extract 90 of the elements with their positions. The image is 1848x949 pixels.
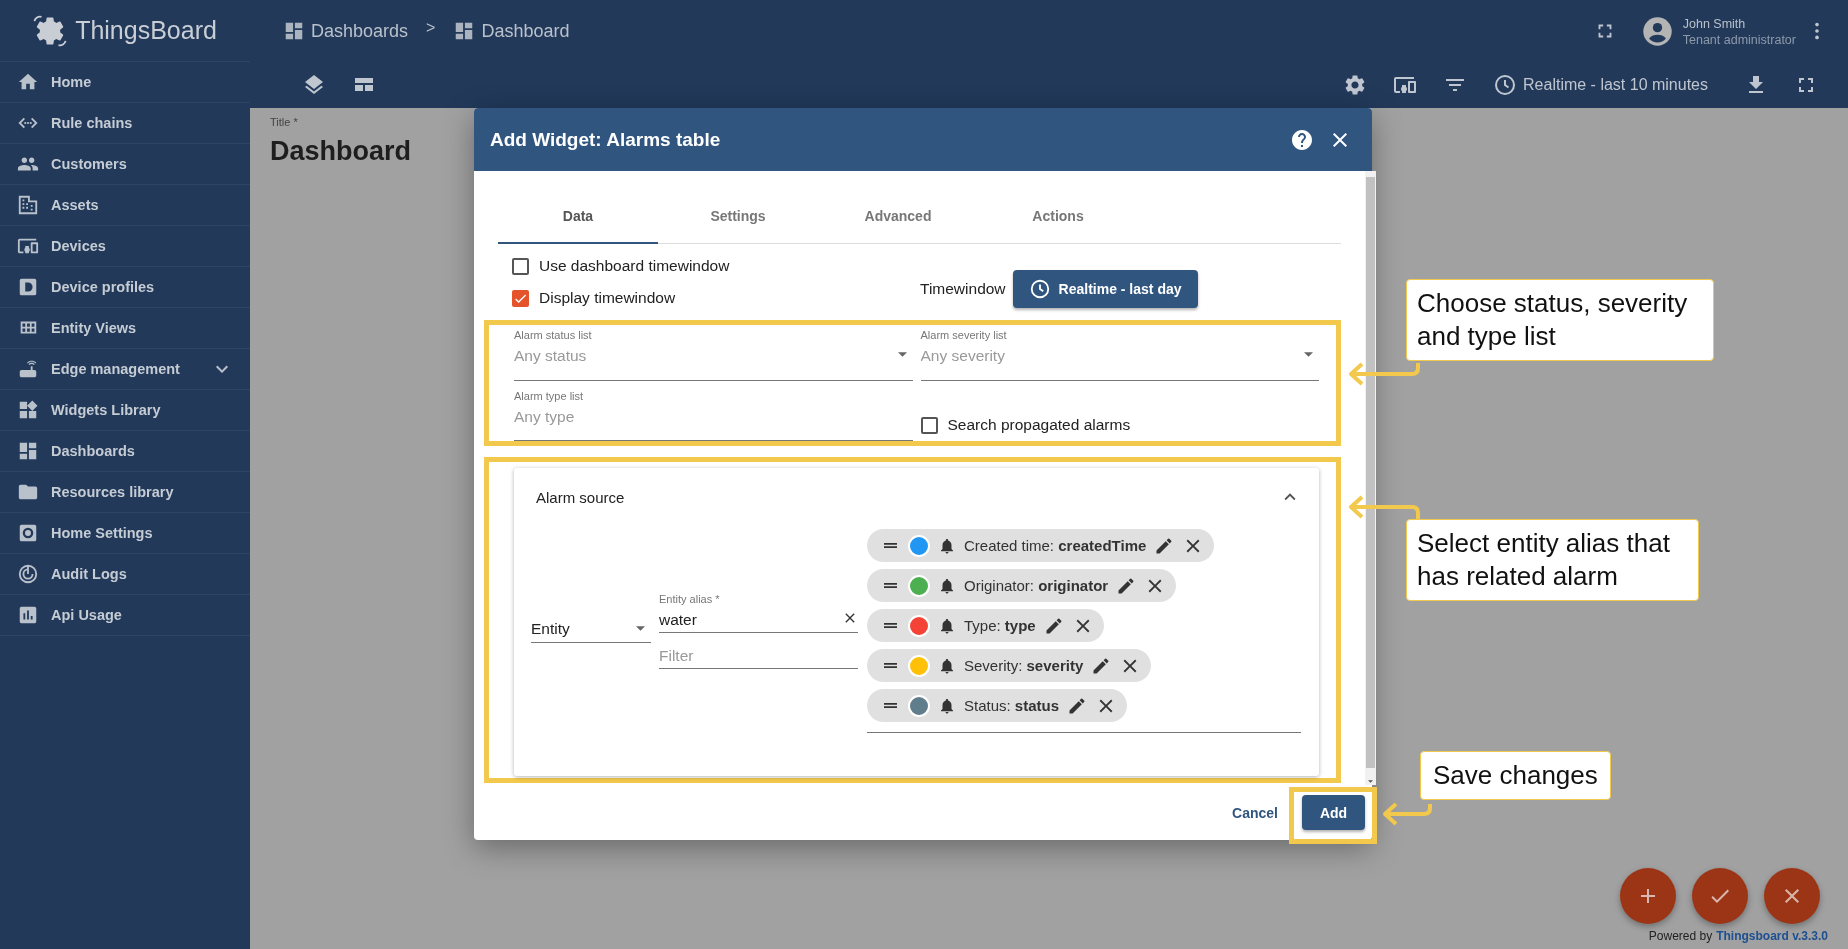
sidebar-item[interactable]: Device profiles xyxy=(0,267,250,308)
checkbox[interactable]: Display timewindow xyxy=(512,286,920,310)
input-field[interactable]: Filter xyxy=(659,643,858,665)
sidebar-item[interactable]: Api Usage xyxy=(0,595,250,636)
dashboard-title: Dashboard xyxy=(270,136,412,167)
clock-icon xyxy=(1028,278,1051,300)
field-label: Entity alias * xyxy=(659,593,721,607)
tab[interactable]: Data xyxy=(498,189,658,244)
scrollbar[interactable] xyxy=(1365,171,1376,785)
bell-icon xyxy=(938,536,956,555)
tab[interactable]: Settings xyxy=(658,189,818,244)
scroll-down-icon xyxy=(1368,780,1373,783)
arrow xyxy=(1383,802,1432,826)
dialog-title: Add Widget: Alarms table xyxy=(490,128,722,151)
widgets-icon xyxy=(17,399,39,421)
arrow xyxy=(1349,495,1420,521)
sidebar-item[interactable]: Resources library xyxy=(0,472,250,513)
field-label: Timewindow xyxy=(920,280,1006,298)
sidebar-item[interactable]: Edge management xyxy=(0,349,250,390)
timewindow-button[interactable]: Realtime - last 10 minutes xyxy=(1493,73,1708,97)
sidebar-item[interactable]: Audit Logs xyxy=(0,554,250,595)
select-field[interactable]: Any status xyxy=(514,343,892,365)
badge-icon xyxy=(17,276,39,298)
sidebar-item[interactable]: Customers xyxy=(0,144,250,185)
dashboard-icon xyxy=(283,20,305,42)
field-label: Alarm severity list xyxy=(920,329,1008,343)
chip[interactable]: Type: type xyxy=(867,609,1104,642)
fab-button[interactable] xyxy=(1692,868,1748,924)
caret-icon xyxy=(1304,351,1313,357)
bell-icon xyxy=(938,616,956,635)
drag-handle-icon xyxy=(884,703,897,708)
help-icon[interactable] xyxy=(1290,127,1314,152)
target-icon xyxy=(17,563,39,585)
chip[interactable]: Originator: originator xyxy=(867,569,1177,602)
button[interactable]: Cancel xyxy=(1228,798,1282,827)
caret-icon xyxy=(636,626,645,631)
clock-icon xyxy=(1493,73,1518,97)
fab-button[interactable] xyxy=(1764,868,1820,924)
avatar-icon xyxy=(1641,15,1673,47)
user-name: John Smith xyxy=(1682,15,1747,33)
footer-text: Powered by xyxy=(1648,929,1713,943)
select-field[interactable]: Any severity xyxy=(920,343,1298,365)
field-label: Alarm type list xyxy=(514,389,585,404)
breadcrumb[interactable]: Dashboard xyxy=(453,20,570,42)
sidebar-item[interactable]: Rule chains xyxy=(0,103,250,144)
select-field[interactable]: Entity xyxy=(531,619,651,643)
arrow xyxy=(1349,361,1420,386)
chip[interactable]: Created time: createdTime xyxy=(867,529,1215,562)
bell-icon xyxy=(938,696,956,715)
sidebar-item[interactable]: Widgets Library xyxy=(0,390,250,431)
drag-handle-icon xyxy=(884,543,897,548)
dashboard-icon xyxy=(17,440,39,462)
breadcrumb[interactable]: Dashboards xyxy=(283,20,409,42)
drag-handle-icon xyxy=(884,663,897,668)
button[interactable]: Add xyxy=(1302,795,1365,830)
chip[interactable]: Severity: severity xyxy=(867,649,1152,682)
fab-button[interactable] xyxy=(1620,868,1676,924)
tab[interactable]: Advanced xyxy=(818,189,978,244)
timewindow-button[interactable]: Realtime - last day xyxy=(1012,270,1198,308)
checkbox[interactable]: Use dashboard timewindow xyxy=(512,254,920,278)
sidebar-item[interactable]: Dashboards xyxy=(0,431,250,472)
sidebar-item[interactable]: Devices xyxy=(0,226,250,267)
chip-list-field[interactable]: Created time: createdTime Originator: originator Type: type Severity: severity Status: status xyxy=(867,529,1301,733)
sidebar-item[interactable]: Home Settings xyxy=(0,513,250,554)
breadcrumb-separator: > xyxy=(426,19,436,37)
checkbox[interactable]: Search propagated alarms xyxy=(920,413,1319,437)
bell-icon xyxy=(938,576,956,595)
input-field[interactable]: water xyxy=(659,607,842,629)
bell-icon xyxy=(938,656,956,675)
input-field[interactable]: Any type xyxy=(514,403,913,426)
callout: Save changes xyxy=(1420,751,1611,800)
chip[interactable]: Status: status xyxy=(867,689,1128,722)
callout: Choose status, severity and type list xyxy=(1406,279,1714,361)
sidebar-item[interactable]: Home xyxy=(0,62,250,103)
building-icon xyxy=(17,194,39,216)
user-role: Tenant administrator xyxy=(1682,32,1796,47)
field-label: Alarm status list xyxy=(514,329,593,343)
callout: Select entity alias that has related alarm xyxy=(1406,519,1699,601)
field-label: Title * xyxy=(270,116,298,128)
bar-chart-icon xyxy=(17,604,39,626)
drag-handle-icon xyxy=(884,623,897,628)
tab[interactable]: Actions xyxy=(978,189,1138,244)
router-icon xyxy=(17,358,39,380)
caret-icon xyxy=(897,351,907,357)
logo-icon xyxy=(33,13,68,48)
logo-text: ThingsBoard xyxy=(75,16,217,45)
drag-handle-icon xyxy=(884,583,897,588)
sidebar-item[interactable]: Assets xyxy=(0,185,250,226)
panel-title: Alarm source xyxy=(536,488,626,506)
sidebar-item[interactable]: Entity Views xyxy=(0,308,250,349)
